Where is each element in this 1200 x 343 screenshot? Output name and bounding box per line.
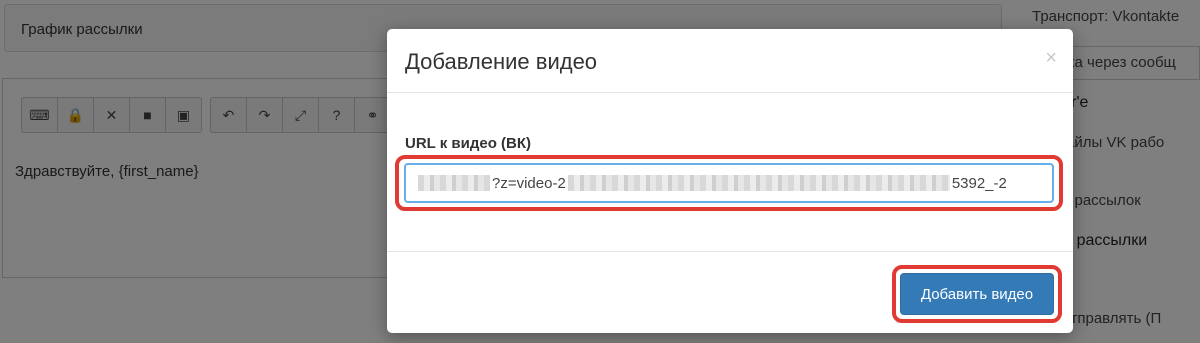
add-video-modal: Добавление видео × URL к видео (ВК) ?z=v… [387, 29, 1073, 333]
pixelated-url-part [567, 175, 950, 191]
modal-title: Добавление видео [405, 49, 598, 74]
video-url-input[interactable]: ?z=video-2 5392_-2 [404, 163, 1054, 203]
modal-header: Добавление видео × [387, 29, 1073, 93]
close-icon[interactable]: × [1045, 47, 1057, 70]
add-video-button[interactable]: Добавить видео [900, 273, 1054, 315]
pixelated-url-part [418, 175, 490, 191]
url-visible-mid: ?z=video-2 [492, 174, 566, 192]
url-field-label: URL к видео (ВК) [405, 135, 532, 152]
modal-footer-divider [387, 251, 1073, 252]
url-visible-end: 5392_-2 [951, 174, 1007, 192]
